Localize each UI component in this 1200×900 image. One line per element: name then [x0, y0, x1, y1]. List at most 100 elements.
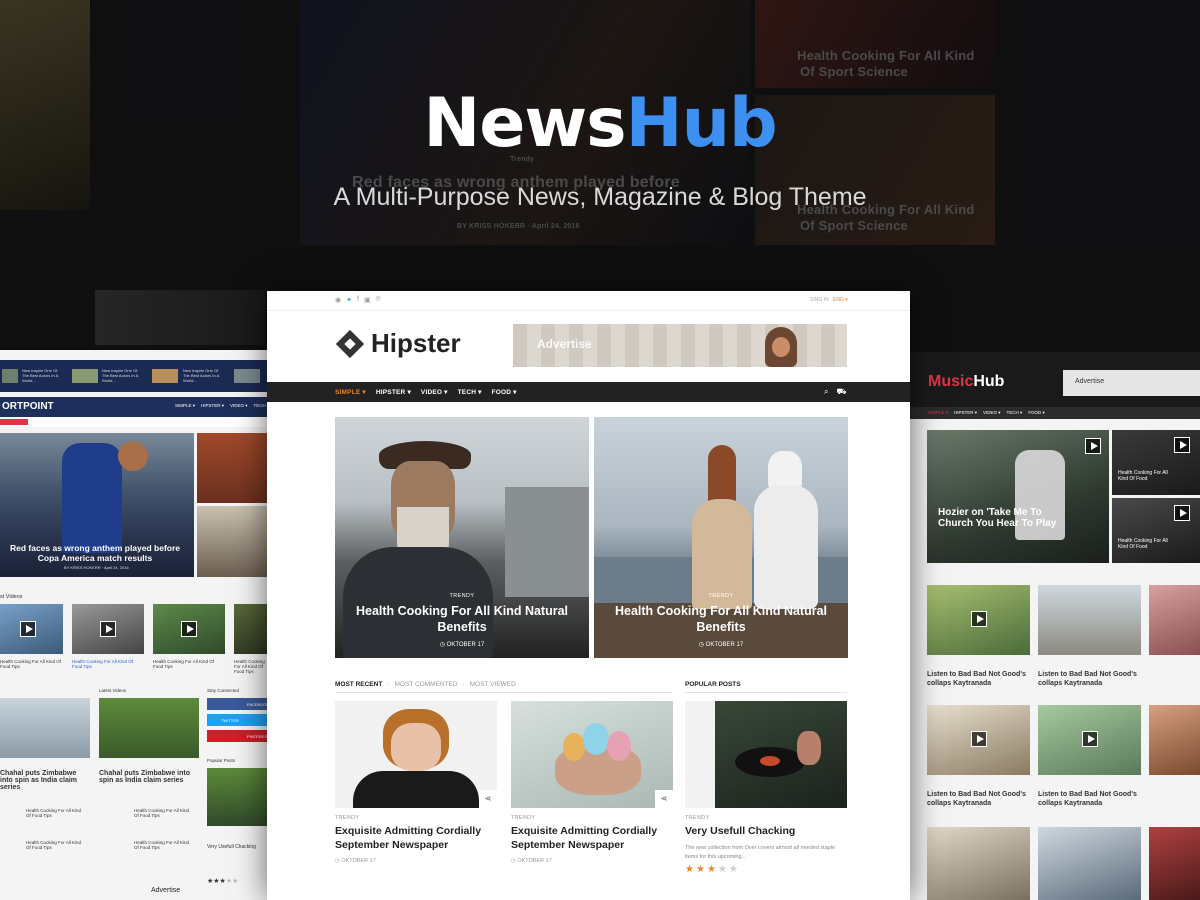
left-video-thumb	[234, 604, 270, 654]
popular-post-card[interactable]: TRENDY Very Usefull Chacking The new col…	[685, 701, 847, 875]
star-filled-icon: ★	[706, 864, 718, 875]
feature-card[interactable]: TRENDY Health Cooking For All Kind Natur…	[335, 417, 589, 658]
tab-most-commented[interactable]: MOST COMMENTED	[394, 681, 457, 692]
left-side-image-1	[197, 433, 270, 503]
nav-icons: ⌕ ⛟	[824, 387, 847, 397]
share-icon[interactable]: ⋖	[479, 790, 497, 808]
header-advert-banner[interactable]: Advertise	[513, 324, 847, 367]
share-icon[interactable]: ⋖	[655, 790, 673, 808]
popular-tag: TRENDY	[685, 815, 710, 821]
right-grid-image	[1149, 705, 1200, 775]
nav-item-hipster[interactable]: HIPSTER ▾	[376, 388, 411, 396]
left-headline: Chahal puts Zimbabwe into spin as India …	[0, 770, 78, 791]
left-social-pinterest[interactable]: PINTEREST	[207, 730, 270, 742]
right-nav-item[interactable]: HIPSTER ▾	[954, 410, 977, 416]
bg-headline-1: Health Cooking For All Kind	[797, 48, 975, 63]
bg-headline-1b: Of Sport Science	[800, 64, 908, 79]
site-logo-text: Hipster	[371, 328, 461, 358]
nav-item-tech[interactable]: TECH ▾	[458, 388, 482, 396]
site-logo[interactable]: Hipster	[335, 328, 461, 359]
right-feature-title: Hozier on 'Take Me To Church You Hear To…	[938, 507, 1057, 529]
left-image-skier	[0, 698, 90, 758]
post-image-vinyl	[685, 701, 847, 808]
left-video-heading: st Videos	[0, 594, 23, 600]
feature-tag: TRENDY	[708, 593, 734, 599]
post-date: ◷ OKTOBER 17	[511, 858, 552, 864]
right-grid-image	[1149, 827, 1200, 900]
left-popular-heading: Popular Posts	[207, 758, 236, 763]
left-social-twitter[interactable]: TWITTER	[207, 714, 270, 726]
post-image-eggs: ⋖	[511, 701, 673, 808]
advert-person-image	[765, 327, 797, 367]
advert-label: Advertise	[537, 337, 592, 351]
tab-separator: ·	[387, 681, 390, 688]
left-stars: ★★★★★	[207, 878, 239, 885]
right-nav-item[interactable]: FOOD ▾	[1028, 410, 1045, 416]
popular-title[interactable]: Very Usefull Chacking	[685, 824, 847, 838]
post-card[interactable]: ⋖ TRENDY Exquisite Admitting Cordially S…	[335, 701, 497, 864]
feature-tag: TRENDY	[449, 593, 475, 599]
feature-caption: TRENDY Health Cooking For All Kind Natur…	[335, 593, 589, 648]
left-list-item: Health Cooking For All Kind Of Food Tips	[26, 808, 82, 818]
search-icon[interactable]: ⌕	[824, 387, 828, 397]
feature-caption: TRENDY Health Cooking For All Kind Natur…	[594, 593, 848, 648]
diamond-logo-icon	[335, 329, 365, 359]
main-navbar: SIMPLE ▾ HIPSTER ▾ VIDEO ▾ TECH ▾ FOOD ▾…	[267, 382, 910, 402]
rss-icon[interactable]: ◉	[335, 296, 341, 304]
cart-icon[interactable]: ⛟	[836, 387, 846, 397]
post-date: ◷ OKTOBER 17	[335, 858, 376, 864]
facebook-icon[interactable]: f	[357, 296, 359, 304]
tab-most-viewed[interactable]: MOST VIEWED	[470, 681, 516, 692]
left-nav-item[interactable]: HIPSTER ▾	[201, 403, 224, 409]
nav-item-simple[interactable]: SIMPLE ▾	[335, 388, 366, 396]
tab-most-recent[interactable]: MOST RECENT	[335, 681, 382, 692]
left-image-player	[207, 768, 270, 826]
post-title[interactable]: Exquisite Admitting Cordially September …	[335, 824, 497, 852]
bg-tile-laptop	[95, 290, 265, 345]
left-video-title: Health Cooking For All Kind Of Food Tips	[0, 659, 62, 669]
left-image-cricket	[99, 698, 199, 758]
right-nav: SIMPLE ▾ HIPSTER ▾ VIDEO ▾ TECH ▾ FOOD ▾	[910, 407, 1200, 419]
left-nav-item[interactable]: SIMPLE ▾	[175, 403, 195, 409]
pinterest-icon[interactable]: ℗	[376, 296, 381, 304]
rating-stars: ★★★★★	[685, 864, 847, 875]
left-social-facebook[interactable]: FACEBOOK	[207, 698, 270, 710]
left-latest-heading: Latest Videos	[99, 688, 127, 693]
feature-title[interactable]: Health Cooking For All Kind Natural Bene…	[335, 603, 589, 635]
right-logo-hub: Hub	[973, 373, 1005, 390]
post-title[interactable]: Exquisite Admitting Cordially September …	[511, 824, 673, 852]
left-list-item: Health Cooking For All Kind Of Food Tips	[26, 840, 82, 850]
right-feature-image	[927, 430, 1109, 563]
post-tabs: MOST RECENT · MOST COMMENTED · MOST VIEW…	[335, 681, 673, 693]
nav-item-video[interactable]: VIDEO ▾	[421, 388, 448, 396]
social-icons: ◉ ✦ f ▣ ℗	[335, 296, 381, 304]
right-nav-item[interactable]: VIDEO ▾	[983, 410, 1001, 416]
left-video-title: Health Cooking For All Kind Of Food Tips	[234, 659, 265, 674]
popular-excerpt: The new collection from Over covers almo…	[685, 845, 836, 860]
right-logo-music: Music	[928, 373, 974, 390]
right-nav-item[interactable]: TECH ▾	[1007, 410, 1023, 416]
right-grid-image	[927, 585, 1030, 655]
right-nav-item[interactable]: SIMPLE ▾	[928, 410, 948, 416]
post-card[interactable]: ⋖ TRENDY Exquisite Admitting Cordially S…	[511, 701, 673, 864]
left-nav: SIMPLE ▾ HIPSTER ▾ VIDEO ▾ TECH ▾	[175, 403, 269, 409]
right-side-image-2	[1112, 498, 1200, 563]
tab-separator: ·	[462, 681, 465, 688]
right-grid-caption: Listen to Bad Bad Not Good's collaps Kay…	[927, 791, 1026, 807]
right-grid-image	[1149, 585, 1200, 655]
nav-item-food[interactable]: FOOD ▾	[492, 388, 517, 396]
feature-title[interactable]: Health Cooking For All Kind Natural Bene…	[594, 603, 848, 635]
twitter-icon[interactable]: ✦	[346, 296, 352, 304]
sign-in-link[interactable]: SING IN	[810, 297, 829, 303]
instagram-icon[interactable]: ▣	[364, 296, 371, 304]
post-tag: TRENDY	[335, 815, 360, 821]
language-select[interactable]: ENG ▾	[833, 297, 848, 303]
left-nav-item[interactable]: VIDEO ▾	[230, 403, 248, 409]
post-image-woman: ⋖	[335, 701, 497, 808]
feature-card[interactable]: TRENDY Health Cooking For All Kind Natur…	[594, 417, 848, 658]
main-screenshot-panel: ◉ ✦ f ▣ ℗ SING IN ENG ▾ Hipster Advertis…	[267, 291, 910, 900]
left-list-item: Health Cooking For All Kind Of Food Tips	[134, 808, 190, 818]
nav-items: SIMPLE ▾ HIPSTER ▾ VIDEO ▾ TECH ▾ FOOD ▾	[335, 388, 517, 396]
right-side-image-1	[1112, 430, 1200, 495]
left-hero-byline: BY KRISS HOKERR · April 24, 2016	[64, 565, 129, 570]
